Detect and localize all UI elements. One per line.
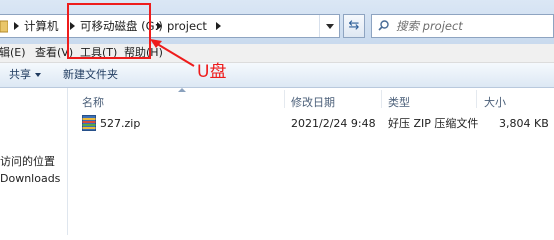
column-header-name[interactable]: 名称 — [82, 94, 104, 110]
refresh-button[interactable]: ⇆ — [343, 14, 365, 38]
pane-divider[interactable] — [67, 88, 68, 235]
column-header-size[interactable]: 大小 — [484, 94, 506, 110]
annotation-label: U盘 — [197, 62, 227, 82]
new-folder-button[interactable]: 新建文件夹 — [63, 68, 118, 82]
file-type: 好压 ZIP 压缩文件 — [388, 117, 479, 130]
chevron-down-icon — [326, 23, 334, 29]
search-box[interactable] — [371, 14, 554, 38]
folder-icon — [0, 20, 8, 33]
file-modified-date: 2021/2/24 9:48 — [291, 117, 376, 130]
column-header-type[interactable]: 类型 — [388, 94, 410, 110]
chevron-down-icon — [35, 73, 41, 77]
sort-ascending-icon — [178, 88, 186, 92]
nav-item-downloads[interactable]: Downloads — [0, 172, 60, 185]
file-row[interactable]: 527.zip 2021/2/24 9:48 好压 ZIP 压缩文件 3,804… — [80, 115, 554, 133]
share-button[interactable]: 共享 — [9, 68, 41, 82]
breadcrumb-arrow-icon[interactable] — [212, 15, 224, 37]
breadcrumb-computer[interactable]: 计算机 — [24, 15, 59, 37]
command-bar: 共享 新建文件夹 — [0, 63, 554, 88]
annotation-arrow — [150, 39, 195, 67]
file-size: 3,804 KB — [499, 117, 549, 130]
search-input[interactable] — [396, 18, 546, 34]
zip-archive-icon — [82, 115, 96, 131]
breadcrumb-arrow-icon[interactable] — [10, 15, 22, 37]
column-header-date[interactable]: 修改日期 — [291, 94, 335, 110]
search-icon — [378, 20, 389, 31]
column-separator[interactable] — [476, 90, 477, 108]
refresh-icon: ⇆ — [348, 18, 360, 33]
column-separator[interactable] — [381, 90, 382, 108]
share-label: 共享 — [9, 68, 31, 81]
file-name: 527.zip — [100, 117, 141, 130]
address-dropdown-button[interactable] — [319, 15, 340, 37]
annotation-highlight-box — [67, 3, 151, 59]
menu-edit[interactable]: 编辑(E) — [0, 46, 26, 60]
column-separator[interactable] — [284, 90, 285, 108]
nav-item-recent-places[interactable]: 访问的位置 — [0, 153, 55, 169]
